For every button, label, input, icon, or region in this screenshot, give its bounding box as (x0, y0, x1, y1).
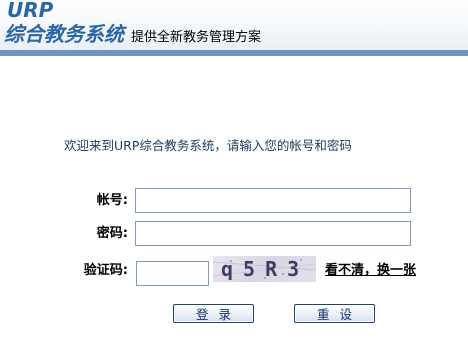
captcha-label: 验证码: (83, 263, 128, 278)
captcha-input[interactable] (136, 261, 209, 286)
captcha-image[interactable]: q5R3 (213, 256, 316, 282)
header: URP 综合教务系统 提供全新教务管理方案 (0, 0, 468, 52)
reset-button[interactable]: 重设 (294, 304, 375, 323)
welcome-message: 欢迎来到URP综合教务系统，请输入您的帐号和密码 (64, 138, 352, 153)
header-divider-bar (0, 50, 468, 56)
tagline: 提供全新教务管理方案 (131, 30, 262, 45)
refresh-captcha-link[interactable]: 看不清，换一张 (325, 263, 416, 279)
login-page: URP 综合教务系统 提供全新教务管理方案 欢迎来到URP综合教务系统，请输入您… (0, 0, 468, 344)
logo-urp: URP (7, 0, 54, 22)
password-label: 密码: (96, 226, 128, 241)
captcha-text: q5R3 (221, 257, 310, 281)
account-label: 帐号: (96, 193, 128, 208)
account-input[interactable] (135, 188, 411, 213)
logo-system-name: 综合教务系统 (4, 22, 124, 46)
password-input[interactable] (135, 221, 411, 246)
login-button[interactable]: 登录 (173, 304, 254, 323)
